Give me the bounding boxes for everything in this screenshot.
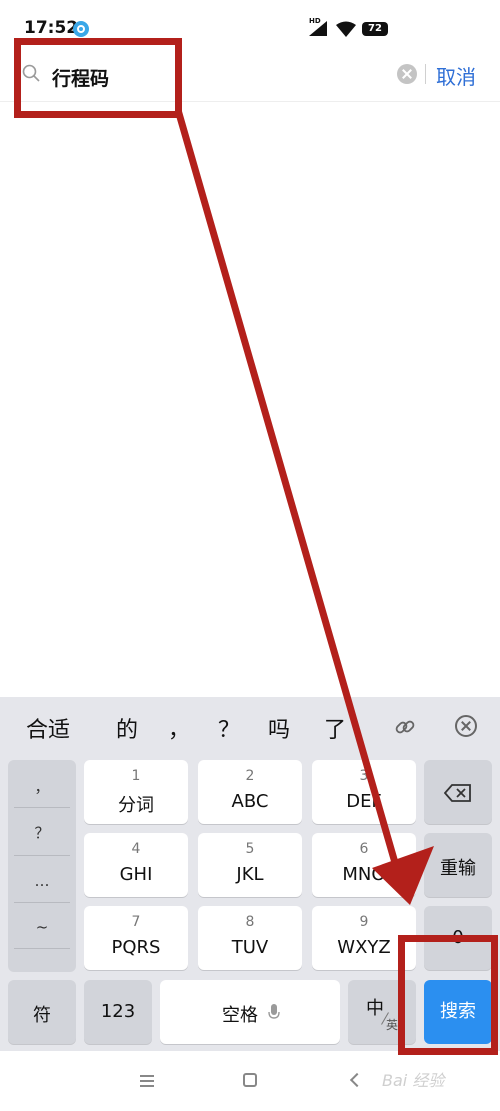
key-number: 5 — [245, 841, 255, 857]
key-1[interactable]: 1 分词 — [84, 760, 188, 824]
language-label-english: 英 — [386, 1018, 399, 1032]
symbol-key[interactable]: 符 — [8, 980, 76, 1044]
candidate-item[interactable]: 吗 — [268, 712, 290, 744]
key-letters: 分词 — [118, 795, 154, 816]
divider — [425, 64, 426, 84]
key-letters: ABC — [231, 791, 269, 812]
key-number: 9 — [359, 914, 369, 930]
key-4[interactable]: 4 GHI — [84, 833, 188, 897]
key-7[interactable]: 7 PQRS — [84, 906, 188, 970]
key-number: 2 — [245, 768, 255, 784]
punctuation-key[interactable]: … — [8, 872, 76, 890]
menu-icon[interactable] — [140, 1075, 154, 1087]
annotation-box-search — [14, 38, 182, 118]
home-icon[interactable] — [243, 1073, 257, 1087]
key-6[interactable]: 6 MNO — [312, 833, 416, 897]
space-key[interactable]: 空格 — [160, 980, 340, 1044]
divider — [14, 902, 70, 903]
key-number: 4 — [131, 841, 141, 857]
candidate-item[interactable]: 的 — [116, 712, 138, 744]
backspace-icon — [444, 784, 471, 802]
key-number: 6 — [359, 841, 369, 857]
back-icon[interactable] — [349, 1072, 365, 1088]
candidate-item[interactable]: 了 — [324, 712, 346, 744]
number-mode-key[interactable]: 123 — [84, 980, 152, 1044]
punctuation-key[interactable]: ， — [8, 776, 76, 797]
key-letters: TUV — [231, 937, 269, 958]
reenter-button[interactable]: 重输 — [424, 833, 492, 897]
navigation-bar: Bai 经验 — [0, 1051, 500, 1111]
candidate-item[interactable]: ？ — [218, 712, 240, 744]
language-label-chinese: 中 — [366, 998, 384, 1019]
key-number: 1 — [131, 768, 141, 784]
cancel-button[interactable]: 取消 — [436, 61, 476, 90]
divider — [14, 855, 70, 856]
signal-icon — [309, 21, 327, 36]
clear-icon[interactable] — [397, 64, 417, 84]
candidate-bar: 合适 的 ， ？ 吗 了 — [0, 697, 500, 755]
backspace-button[interactable] — [424, 760, 492, 824]
punctuation-key[interactable]: ~ — [8, 918, 76, 936]
microphone-icon — [268, 1004, 280, 1019]
key-number: 3 — [359, 768, 369, 784]
key-2[interactable]: 2 ABC — [198, 760, 302, 824]
wifi-icon — [336, 21, 356, 37]
key-letters: PQRS — [111, 937, 161, 958]
annotation-box-search-key — [398, 935, 498, 1055]
status-time: 17:52 — [24, 18, 79, 38]
key-letters: JKL — [236, 864, 264, 885]
candidate-item[interactable]: ， — [168, 712, 190, 744]
divider — [14, 948, 70, 949]
watermark: Bai 经验 — [382, 1071, 445, 1090]
key-3[interactable]: 3 DEF — [312, 760, 416, 824]
punctuation-key[interactable]: ？ — [8, 822, 76, 843]
punctuation-column[interactable]: ， ？ … ~ — [8, 760, 76, 972]
close-icon[interactable] — [455, 715, 477, 737]
key-8[interactable]: 8 TUV — [198, 906, 302, 970]
key-letters: GHI — [119, 864, 153, 885]
key-letters: DEF — [346, 791, 382, 812]
key-5[interactable]: 5 JKL — [198, 833, 302, 897]
battery-icon: 72 — [362, 22, 388, 36]
reenter-label: 重输 — [440, 858, 476, 879]
candidate-item[interactable]: 合适 — [26, 712, 70, 744]
symbol-label: 符 — [33, 1005, 51, 1026]
app-notification-icon — [73, 21, 89, 37]
key-number: 8 — [245, 914, 255, 930]
space-label: 空格 — [222, 1005, 258, 1026]
key-letters: MNO — [342, 864, 386, 885]
link-icon[interactable] — [393, 715, 417, 739]
number-mode-label: 123 — [100, 1001, 136, 1022]
key-number: 7 — [131, 914, 141, 930]
divider — [14, 807, 70, 808]
